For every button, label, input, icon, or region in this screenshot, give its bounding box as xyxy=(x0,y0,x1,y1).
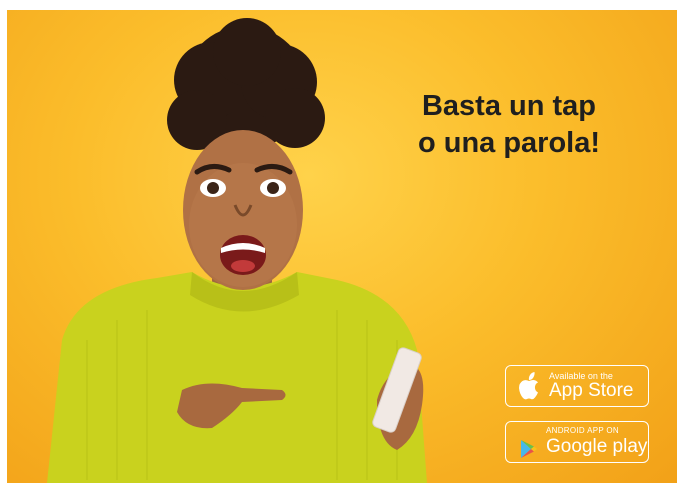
headline-line-2: o una parola! xyxy=(417,127,601,159)
google-play-label: Google play xyxy=(546,436,648,457)
woman-with-phone-illustration xyxy=(47,18,427,483)
apple-icon xyxy=(519,372,538,400)
app-store-label: App Store xyxy=(549,380,634,401)
headline-line-1: Basta un tap xyxy=(421,90,597,122)
google-play-icon xyxy=(521,440,537,458)
google-play-small-label: ANDROID APP ON xyxy=(546,426,619,435)
promo-banner: Basta un tap o una parola! Available on … xyxy=(7,10,677,483)
google-play-button[interactable]: ANDROID APP ON Google play xyxy=(505,421,649,463)
app-store-button[interactable]: Available on the App Store xyxy=(505,365,649,407)
headline: Basta un tap o una parola! xyxy=(379,88,639,162)
